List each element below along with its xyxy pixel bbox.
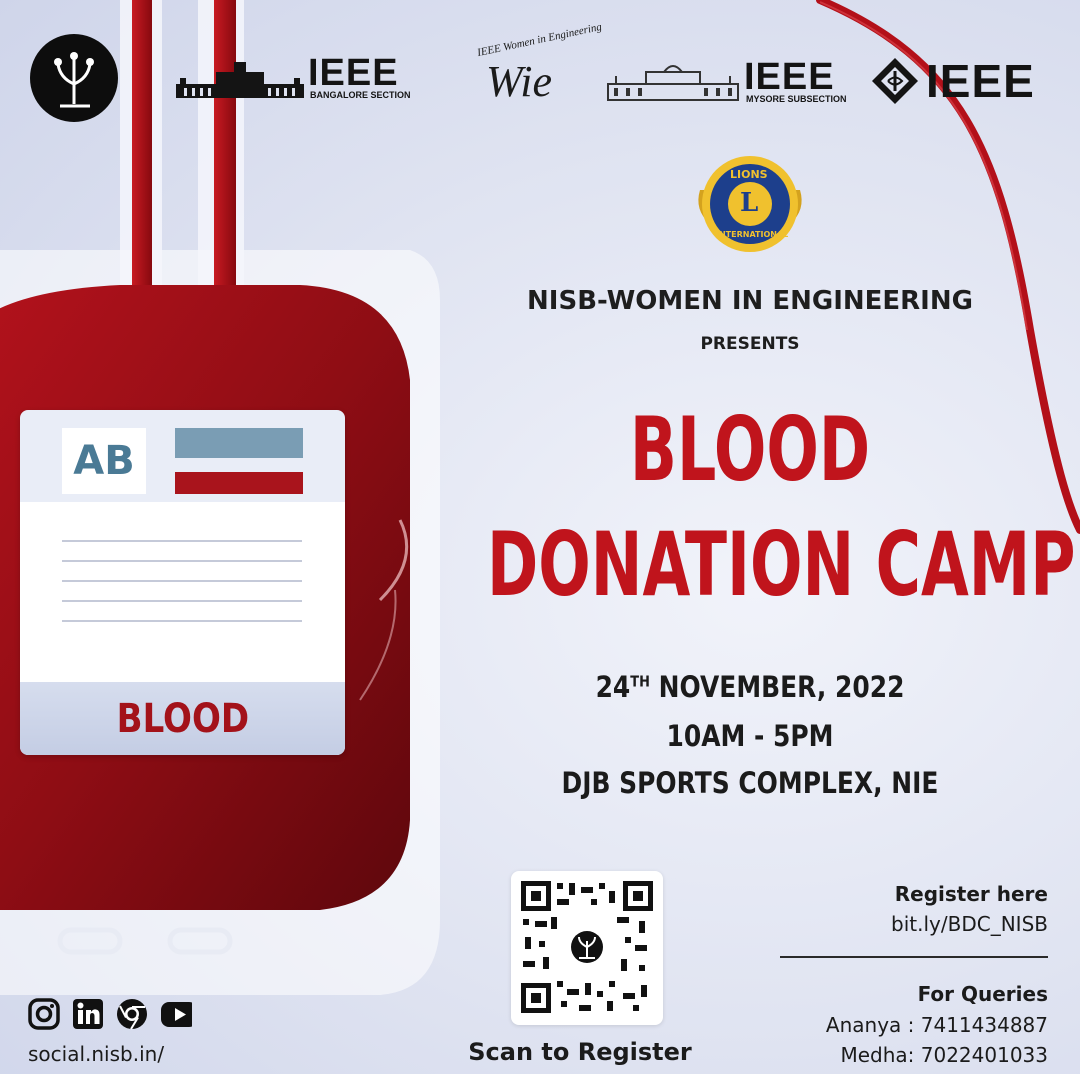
mysore-palace-icon: [607, 65, 739, 101]
qr-caption: Scan to Register: [468, 1038, 692, 1066]
ieee-main-logo: IEEE: [870, 54, 1050, 108]
register-heading: Register here: [894, 882, 1048, 906]
query-contact-medha: Medha: 7022401033: [840, 1043, 1048, 1067]
lions-top-text: LIONS: [730, 168, 768, 181]
lions-center-letter: L: [740, 188, 759, 218]
blood-bag-label: AB BLOOD: [20, 410, 345, 755]
label-footer: BLOOD: [20, 682, 345, 755]
ieee-main-name: IEEE: [926, 55, 1035, 107]
nisb-tree-logo: [30, 34, 118, 122]
label-stripe-red: [175, 472, 303, 494]
palace-icon: [176, 62, 304, 98]
lions-international-logo: LIONS L INTERNATIONAL: [694, 150, 806, 258]
social-icons-row: [28, 998, 192, 1030]
presenter-title: NISB-WOMEN IN ENGINEERING: [527, 286, 973, 316]
presents-text: PRESENTS: [700, 334, 800, 354]
qr-code-card[interactable]: [511, 871, 663, 1025]
tree-icon: [54, 52, 94, 108]
event-date: 24TH NOVEMBER, 2022: [492, 670, 1008, 704]
ieee-diamond-icon: [872, 58, 918, 104]
label-stripe-blue: [175, 428, 303, 458]
query-contact-ananya: Ananya : 7411434887: [825, 1013, 1048, 1037]
lions-bottom-text: INTERNATIONAL: [716, 230, 789, 239]
chrome-icon[interactable]: [116, 998, 148, 1030]
bag-label-text: BLOOD: [116, 695, 249, 742]
wie-mark: Wie: [486, 57, 552, 106]
event-title-line2: DONATION CAMP: [487, 513, 1076, 616]
date-suffix: TH: [630, 672, 650, 691]
ieee-bangalore-logo: IEEE BANGALORE SECTION: [176, 52, 416, 102]
date-rest: NOVEMBER, 2022: [649, 670, 905, 704]
event-time: 10AM - 5PM: [666, 719, 834, 753]
ieee-bangalore-subtitle: BANGALORE SECTION: [310, 90, 411, 100]
queries-heading: For Queries: [917, 982, 1048, 1006]
linkedin-icon[interactable]: [72, 998, 104, 1030]
event-venue: DJB SPORTS COMPLEX, NIE: [561, 766, 939, 800]
label-lines-area: [20, 502, 345, 682]
register-link[interactable]: bit.ly/BDC_NISB: [800, 912, 1048, 936]
social-link[interactable]: social.nisb.in/: [28, 1042, 164, 1066]
instagram-icon[interactable]: [28, 998, 60, 1030]
qr-code: [521, 881, 653, 1013]
blood-type-box: AB: [62, 428, 146, 494]
wie-logo: IEEE Women in Engineering Wie: [462, 21, 603, 110]
ieee-mysore-logo: IEEE MYSORE SUBSECTION: [606, 56, 854, 106]
divider: [780, 956, 1048, 958]
event-title-line1: BLOOD: [629, 398, 871, 501]
youtube-icon[interactable]: [160, 998, 192, 1030]
blood-type-text: AB: [73, 438, 135, 484]
ieee-mysore-subtitle: MYSORE SUBSECTION: [746, 94, 847, 104]
ieee-bangalore-name: IEEE: [308, 52, 399, 94]
date-day: 24: [595, 670, 631, 704]
ieee-mysore-name: IEEE: [744, 56, 835, 98]
